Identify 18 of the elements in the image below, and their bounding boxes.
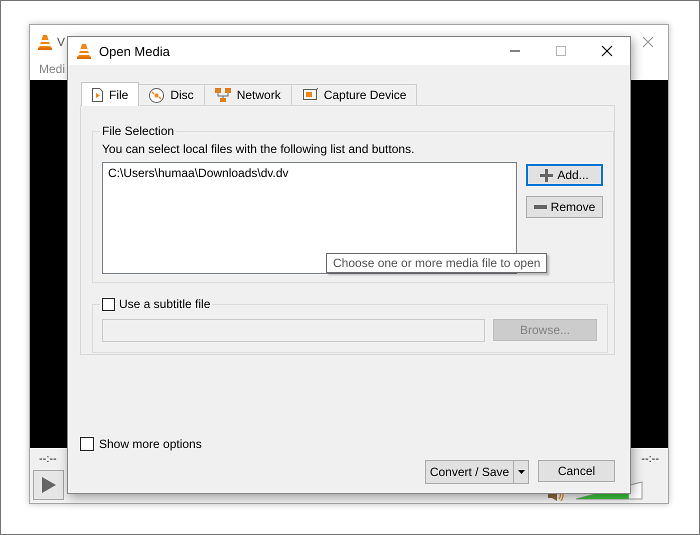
menu-item[interactable]: Medi xyxy=(39,62,66,76)
total-time: --:-- xyxy=(641,453,659,465)
tab[interactable]: Capture Device xyxy=(290,84,418,105)
hint-text: You can select local files with the following list and buttons. xyxy=(102,142,416,156)
tab[interactable]: File xyxy=(81,82,140,106)
cancel-button[interactable]: Cancel xyxy=(538,460,615,482)
file-list-item[interactable]: C:\Users\humaa\Downloads\dv.dv xyxy=(108,166,511,180)
group-title: File Selection xyxy=(102,124,174,138)
window-title: V xyxy=(57,34,66,48)
elapsed-time: --:-- xyxy=(39,453,57,465)
file-button[interactable]: Remove xyxy=(526,196,603,218)
tab[interactable]: Disc xyxy=(138,84,205,105)
file-button[interactable]: Add... xyxy=(526,164,603,186)
tooltip: Choose one or more media file to open xyxy=(326,253,548,273)
checkbox-label: Use a subtitle file xyxy=(119,297,210,311)
tab[interactable]: Network xyxy=(204,84,292,105)
dialog-title: Open Media xyxy=(99,44,170,58)
checkbox-label: Show more options xyxy=(99,437,202,451)
